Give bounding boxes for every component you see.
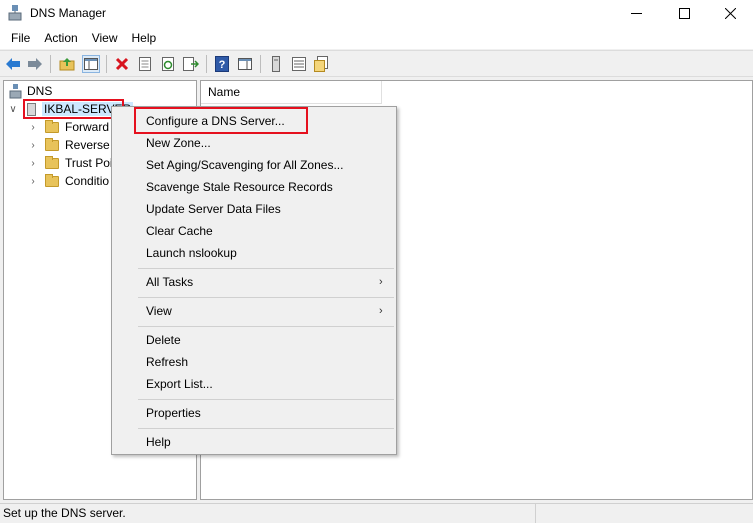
- delete-icon: [115, 57, 129, 71]
- folder-icon: [45, 173, 59, 187]
- tree-node-conditional[interactable]: › Conditio: [27, 172, 109, 190]
- dns-server-icon: [9, 83, 22, 98]
- server-icon: [272, 56, 280, 72]
- toolbar-separator: [206, 55, 207, 73]
- records-button[interactable]: [290, 55, 308, 73]
- back-button[interactable]: [4, 55, 22, 73]
- menu-separator: [138, 428, 394, 429]
- toolbar-separator: [260, 55, 261, 73]
- toolbar: ?: [0, 50, 753, 77]
- menu-scavenge-stale-records[interactable]: Scavenge Stale Resource Records: [146, 177, 333, 197]
- tree-label-dns: DNS: [27, 84, 53, 98]
- tree-node-dns[interactable]: DNS: [9, 82, 52, 100]
- folder-icon: [45, 155, 59, 169]
- back-arrow-icon: [6, 58, 20, 70]
- menu-update-server-data-files[interactable]: Update Server Data Files: [146, 199, 281, 219]
- dns-server-icon: [8, 5, 22, 21]
- minimize-button[interactable]: [616, 0, 656, 26]
- menu-export-list[interactable]: Export List...: [146, 374, 213, 394]
- export-list-button[interactable]: [182, 55, 200, 73]
- zone-button[interactable]: [313, 55, 331, 73]
- server-button[interactable]: [267, 55, 285, 73]
- column-header-name[interactable]: Name: [201, 81, 382, 104]
- up-folder-icon: [59, 58, 75, 71]
- highlight-box-server: [23, 99, 124, 119]
- menu-action[interactable]: Action: [37, 27, 84, 49]
- tree-label-forward: Forward: [65, 120, 110, 134]
- zone-icon: [314, 56, 328, 72]
- menu-view[interactable]: View: [146, 301, 172, 321]
- help-icon: ?: [215, 56, 229, 72]
- status-cell-empty: [536, 504, 753, 523]
- menu-file[interactable]: File: [4, 27, 37, 49]
- menu-separator: [138, 326, 394, 327]
- close-button[interactable]: [710, 0, 750, 26]
- svg-text:?: ?: [219, 59, 226, 71]
- maximize-icon: [678, 7, 690, 19]
- title-bar: DNS Manager: [0, 0, 753, 27]
- status-bar: Set up the DNS server.: [0, 503, 753, 523]
- menu-new-zone[interactable]: New Zone...: [146, 133, 211, 153]
- menu-launch-nslookup[interactable]: Launch nslookup: [146, 243, 237, 263]
- show-hide-tree-button[interactable]: [82, 55, 100, 73]
- menu-set-aging-scavenging[interactable]: Set Aging/Scavenging for All Zones...: [146, 155, 343, 175]
- maximize-button[interactable]: [664, 0, 704, 26]
- tree-label-trust: Trust Poi: [65, 156, 113, 170]
- menu-delete[interactable]: Delete: [146, 330, 181, 350]
- show-action-pane-icon: [238, 58, 252, 70]
- tree-label-conditional: Conditio: [65, 174, 110, 188]
- context-menu: Configure a DNS Server... New Zone... Se…: [111, 106, 397, 455]
- folder-icon: [45, 137, 59, 151]
- forward-button[interactable]: [26, 55, 44, 73]
- menu-help[interactable]: Help: [146, 432, 171, 452]
- export-list-icon: [183, 57, 199, 71]
- menu-properties[interactable]: Properties: [146, 403, 201, 423]
- chevron-right-icon[interactable]: ›: [27, 158, 39, 169]
- records-icon: [292, 57, 306, 71]
- show-hide-tree-icon: [84, 58, 98, 70]
- close-icon: [724, 7, 736, 19]
- minimize-icon: [630, 12, 642, 14]
- tree-node-forward[interactable]: › Forward: [27, 118, 109, 136]
- status-text: Set up the DNS server.: [0, 504, 536, 523]
- menu-clear-cache[interactable]: Clear Cache: [146, 221, 213, 241]
- up-one-level-button[interactable]: [58, 55, 76, 73]
- show-action-pane-button[interactable]: [236, 55, 254, 73]
- refresh-icon: [162, 57, 174, 71]
- properties-icon: [139, 57, 151, 71]
- tree-node-reverse[interactable]: › Reverse L: [27, 136, 120, 154]
- toolbar-separator: [50, 55, 51, 73]
- menu-view[interactable]: View: [85, 27, 125, 49]
- folder-icon: [45, 119, 59, 133]
- chevron-right-icon[interactable]: ›: [27, 122, 39, 133]
- menu-all-tasks[interactable]: All Tasks: [146, 272, 193, 292]
- tree-node-trust[interactable]: › Trust Poi: [27, 154, 113, 172]
- menu-separator: [138, 268, 394, 269]
- delete-button[interactable]: [113, 55, 131, 73]
- window-title: DNS Manager: [30, 6, 107, 20]
- help-button[interactable]: ?: [213, 55, 231, 73]
- refresh-button[interactable]: [159, 55, 177, 73]
- menu-separator: [138, 399, 394, 400]
- toolbar-separator: [106, 55, 107, 73]
- properties-button[interactable]: [136, 55, 154, 73]
- menu-separator: [138, 297, 394, 298]
- menu-refresh[interactable]: Refresh: [146, 352, 188, 372]
- menu-configure-dns-server[interactable]: Configure a DNS Server...: [146, 111, 285, 131]
- submenu-arrow-icon: ›: [379, 276, 383, 288]
- chevron-down-icon[interactable]: ∨: [7, 104, 19, 115]
- chevron-right-icon[interactable]: ›: [27, 176, 39, 187]
- chevron-right-icon[interactable]: ›: [27, 140, 39, 151]
- forward-arrow-icon: [28, 58, 42, 70]
- menu-help[interactable]: Help: [125, 27, 164, 49]
- submenu-arrow-icon: ›: [379, 305, 383, 317]
- menu-bar: File Action View Help: [0, 27, 753, 49]
